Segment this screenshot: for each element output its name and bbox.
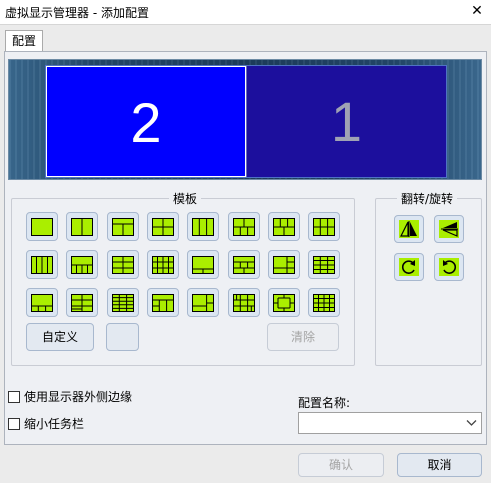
template-button-big-left-stacked-right[interactable] xyxy=(267,250,300,279)
layout-big-left-stacked-right-icon xyxy=(272,256,295,274)
template-button-five-panel-mixed[interactable] xyxy=(227,250,260,279)
layout-five-panel-mixed-icon xyxy=(232,256,255,274)
template-button-framed-center[interactable] xyxy=(267,288,300,317)
layout-top-one-bottom-four-icon xyxy=(71,256,94,274)
layout-four-by-three-icon xyxy=(313,256,336,274)
layout-wide-top-narrow-bottom-icon xyxy=(192,256,215,274)
template-button-two-rows-three-columns[interactable] xyxy=(308,212,341,241)
title-bar: 虚拟显示管理器 - 添加配置 ✕ xyxy=(0,0,491,24)
template-button-top-two-bottom-three[interactable] xyxy=(227,212,260,241)
template-button-wide-top-narrow-bottom[interactable] xyxy=(187,250,220,279)
rotate-clockwise-button[interactable] xyxy=(394,253,424,281)
layout-top-three-bottom-two-icon xyxy=(272,218,295,236)
template-button-two-by-two[interactable] xyxy=(146,212,179,241)
layout-four-columns-icon xyxy=(31,256,53,274)
template-button-four-by-three[interactable] xyxy=(308,250,341,279)
flip-horizontal-icon xyxy=(399,220,419,238)
layout-two-rows-three-columns-icon xyxy=(313,218,336,236)
rotate-counterclockwise-icon xyxy=(439,258,459,276)
layout-top-two-bottom-three-icon xyxy=(232,218,255,236)
layout-two-columns-icon xyxy=(71,218,94,236)
rotate-counterclockwise-button[interactable] xyxy=(434,253,464,281)
template-button-top-two-bottom-one[interactable] xyxy=(106,212,139,241)
custom-button[interactable]: 自定义 xyxy=(26,323,94,351)
template-button-top-wide-bottom-split[interactable] xyxy=(146,288,179,317)
flip-vertical-icon xyxy=(439,220,459,238)
layout-large-center-corners-icon xyxy=(71,294,94,312)
layout-three-columns-icon xyxy=(192,218,215,236)
template-button-three-columns[interactable] xyxy=(187,212,220,241)
rotate-clockwise-icon xyxy=(399,258,419,276)
ok-button[interactable]: 确认 xyxy=(298,453,384,477)
use-outer-edge-label: 使用显示器外侧边缘 xyxy=(24,390,133,404)
flip-rotate-title: 翻转/旋转 xyxy=(397,190,458,207)
template-button-big-left-two-right[interactable] xyxy=(187,288,220,317)
template-button-big-top-three-bottom[interactable] xyxy=(26,288,58,317)
display-preview: 2 1 xyxy=(8,59,482,180)
template-button-large-center-corners[interactable] xyxy=(66,288,99,317)
blank-button[interactable] xyxy=(106,323,139,351)
template-button-four-columns[interactable] xyxy=(26,250,58,279)
layout-two-by-two-icon xyxy=(151,218,174,236)
monitor-2[interactable]: 2 xyxy=(46,66,246,177)
layout-three-rows-four-columns-left-icon xyxy=(151,256,174,274)
layout-top-two-bottom-one-icon xyxy=(111,218,134,236)
layout-big-left-two-right-icon xyxy=(192,294,215,312)
template-button-two-columns[interactable] xyxy=(66,212,99,241)
template-button-five-rows-three-columns[interactable] xyxy=(106,288,139,317)
layout-single-icon xyxy=(31,218,53,236)
template-button-three-rows-four-columns-left[interactable] xyxy=(146,250,179,279)
config-name-dropdown[interactable] xyxy=(298,412,482,434)
template-button-single[interactable] xyxy=(26,212,58,241)
close-icon[interactable]: ✕ xyxy=(463,0,491,24)
layout-framed-center-icon xyxy=(272,294,295,312)
layout-big-top-three-bottom-icon xyxy=(31,294,53,312)
shrink-taskbar-label: 缩小任务栏 xyxy=(24,417,85,431)
template-button-three-rows-two-columns[interactable] xyxy=(106,250,139,279)
template-button-four-by-four[interactable] xyxy=(308,288,341,317)
window-title: 虚拟显示管理器 - 添加配置 xyxy=(5,6,149,20)
cancel-button[interactable]: 取消 xyxy=(397,453,482,477)
layout-five-rows-three-columns-icon xyxy=(111,294,134,312)
shrink-taskbar-checkbox[interactable] xyxy=(8,418,20,430)
template-button-top-one-bottom-four[interactable] xyxy=(66,250,99,279)
layout-four-by-four-icon xyxy=(313,294,336,312)
tab-config[interactable]: 配置 xyxy=(5,30,43,52)
template-button-center-focus-grid[interactable] xyxy=(227,288,260,317)
layout-top-wide-bottom-split-icon xyxy=(151,294,174,312)
monitor-1[interactable]: 1 xyxy=(246,66,446,177)
templates-title: 模板 xyxy=(169,190,202,207)
config-name-label: 配置名称: xyxy=(298,396,351,410)
chevron-down-icon[interactable] xyxy=(466,419,477,427)
layout-three-rows-two-columns-icon xyxy=(111,256,134,274)
flip-rotate-group: 翻转/旋转 xyxy=(375,190,482,366)
flip-horizontal-button[interactable] xyxy=(394,215,424,243)
layout-center-focus-grid-icon xyxy=(232,294,255,312)
use-outer-edge-checkbox[interactable] xyxy=(8,391,20,403)
flip-vertical-button[interactable] xyxy=(434,215,464,243)
clear-button[interactable]: 清除 xyxy=(267,323,339,351)
template-button-top-three-bottom-two[interactable] xyxy=(267,212,300,241)
display-layout: 2 1 xyxy=(45,65,447,178)
